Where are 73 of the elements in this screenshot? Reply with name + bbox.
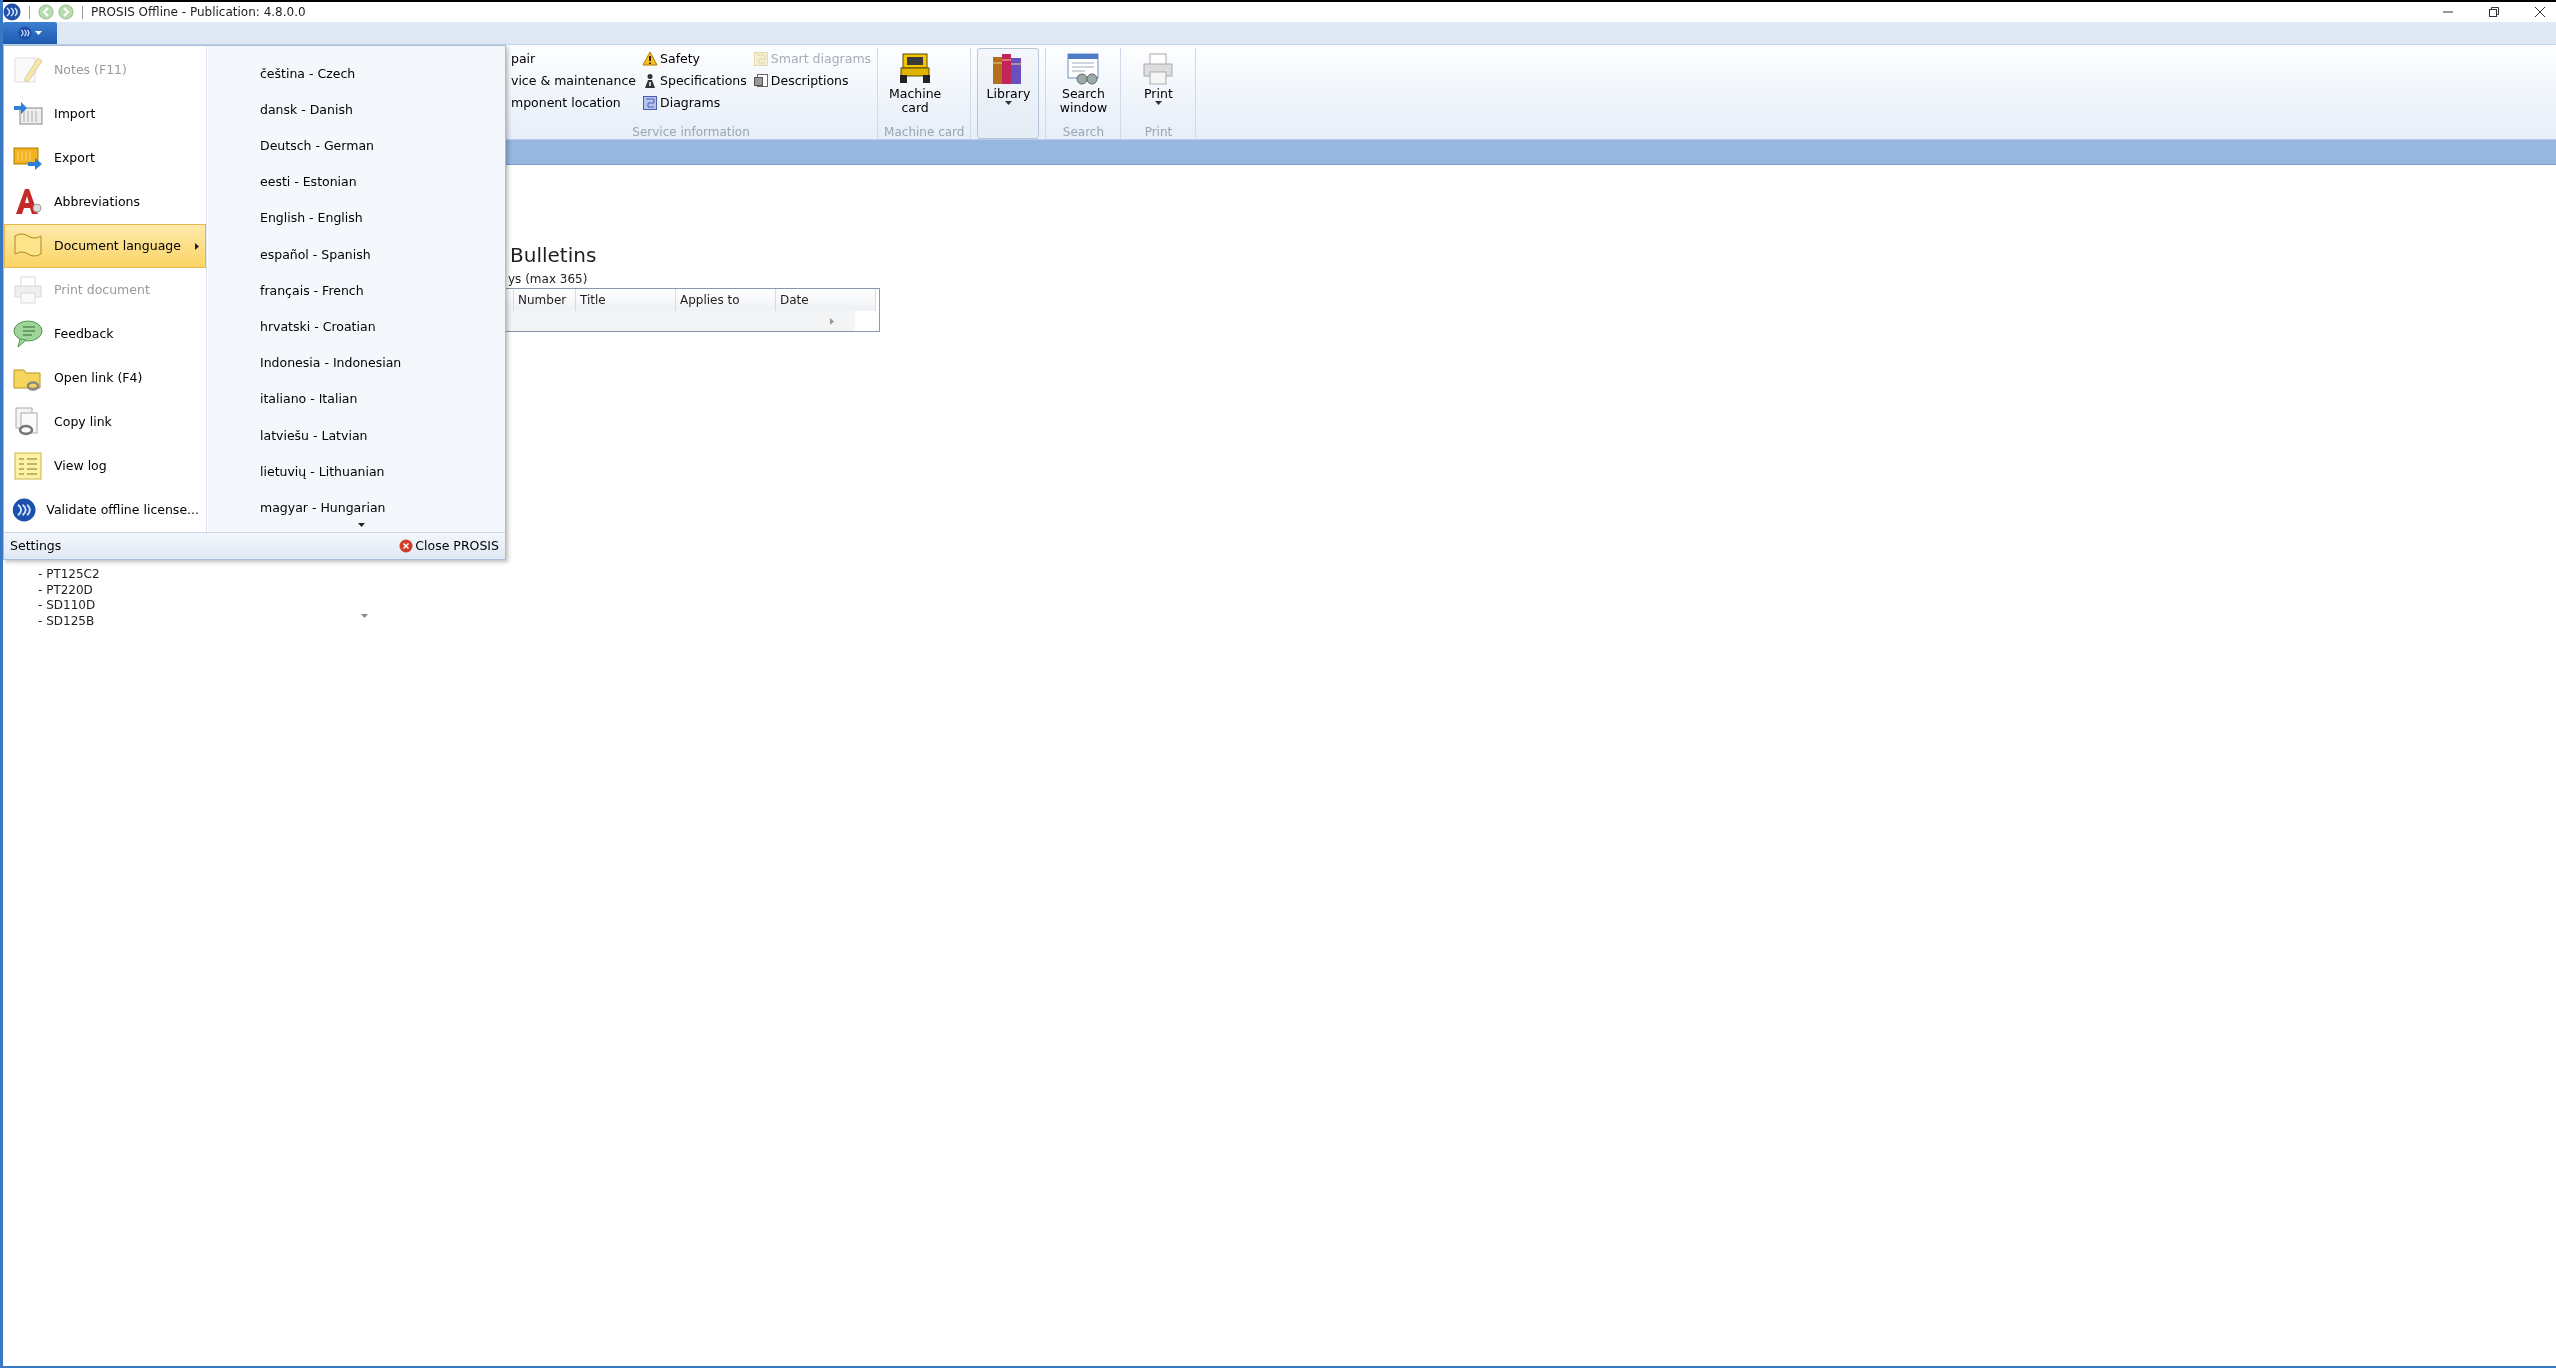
app-menu-button[interactable]: [3, 22, 57, 44]
diagram-icon: [642, 95, 659, 111]
tree-item[interactable]: - SD110D: [38, 598, 96, 614]
language-option[interactable]: Deutsch - German: [208, 128, 505, 165]
language-option[interactable]: hrvatski - Croatian: [208, 309, 505, 346]
menu-item[interactable]: Open link (F4): [4, 356, 206, 400]
caret-icon: [1004, 101, 1012, 107]
ribbon-item[interactable]: vice & maintenance: [511, 70, 637, 92]
diagram-icon: [752, 51, 769, 67]
ribbon-item[interactable]: Diagrams: [642, 92, 747, 114]
ribbon-item[interactable]: mponent location: [511, 92, 637, 114]
language-option[interactable]: Indonesia - Indonesian: [208, 345, 505, 382]
language-option[interactable]: eesti - Estonian: [208, 164, 505, 201]
menu-item[interactable]: Copy link: [4, 400, 206, 444]
settings-button[interactable]: Settings: [10, 536, 62, 556]
warning-icon: [642, 51, 659, 67]
group-label: Service information: [631, 124, 751, 139]
binoculars-icon: [1065, 51, 1102, 87]
list-icon: [12, 450, 44, 482]
ribbon-button[interactable]: Search window: [1052, 48, 1115, 123]
ribbon-button[interactable]: Print: [1127, 48, 1190, 123]
window-title: PROSIS Offline - Publication: 4.8.0.0: [91, 4, 306, 21]
scroll-down-icon[interactable]: [358, 523, 365, 528]
ribbon-item[interactable]: Safety: [642, 48, 747, 70]
group-label: Search: [1061, 124, 1106, 139]
speech-bubble-icon: [12, 318, 44, 350]
scroll-right-icon[interactable]: [830, 317, 835, 325]
menu-item[interactable]: Validate offline license...: [4, 488, 206, 532]
column-header[interactable]: Applies to: [676, 289, 776, 311]
tree-item[interactable]: - SD125B: [38, 613, 95, 629]
ribbon-item[interactable]: Descriptions: [752, 70, 872, 92]
language-option[interactable]: latviešu - Latvian: [208, 417, 505, 455]
menu-item[interactable]: Import: [4, 92, 206, 136]
menu-item[interactable]: Document language: [4, 224, 206, 268]
ribbon-button[interactable]: Machine card: [884, 48, 947, 123]
close-app-button[interactable]: Close PROSIS: [399, 536, 499, 556]
printer-icon: [12, 274, 44, 306]
language-option[interactable]: dansk - Danish: [208, 92, 505, 129]
group-label: Machine card: [884, 124, 965, 139]
document-icon: [752, 73, 769, 89]
section-title: Bulletins: [509, 242, 598, 269]
menu-item[interactable]: Feedback: [4, 312, 206, 356]
app-logo-icon: [3, 3, 21, 21]
caret-icon: [1154, 101, 1162, 107]
submenu-arrow-icon: [195, 242, 199, 250]
caret-icon: [35, 30, 42, 36]
language-option[interactable]: français - French: [208, 273, 505, 310]
group-label: Print: [1143, 124, 1174, 139]
pencil-icon: [12, 54, 44, 86]
language-option[interactable]: magyar - Hungarian: [208, 490, 505, 527]
tree-item[interactable]: - PT220D: [38, 582, 93, 598]
language-option[interactable]: čeština - Czech: [208, 56, 505, 93]
menu-item[interactable]: Abbreviations: [4, 180, 206, 224]
ribbon-item[interactable]: pair: [511, 48, 637, 70]
close-icon[interactable]: [2534, 6, 2546, 18]
ribbon-button[interactable]: Library: [977, 48, 1040, 139]
column-header[interactable]: Number: [514, 289, 576, 311]
subtitle-text: ys (max 365): [507, 271, 589, 288]
ribbon-item[interactable]: Specifications: [642, 70, 747, 92]
language-option[interactable]: italiano - Italian: [208, 381, 505, 418]
forward-icon[interactable]: [58, 4, 74, 20]
column-header[interactable]: Title: [576, 289, 676, 311]
close-icon: [399, 539, 414, 553]
language-option[interactable]: lietuvių - Lithuanian: [208, 454, 505, 491]
language-option[interactable]: español - Spanish: [208, 236, 505, 274]
menu-item[interactable]: Export: [4, 136, 206, 180]
tree-item[interactable]: - PT125C2: [38, 567, 100, 583]
menu-item[interactable]: View log: [4, 444, 206, 488]
column-header[interactable]: Date: [776, 289, 876, 311]
language-option[interactable]: English - English: [208, 200, 505, 237]
logo-icon: [18, 26, 32, 40]
back-icon[interactable]: [38, 4, 54, 20]
maximize-icon[interactable]: [2488, 6, 2500, 18]
